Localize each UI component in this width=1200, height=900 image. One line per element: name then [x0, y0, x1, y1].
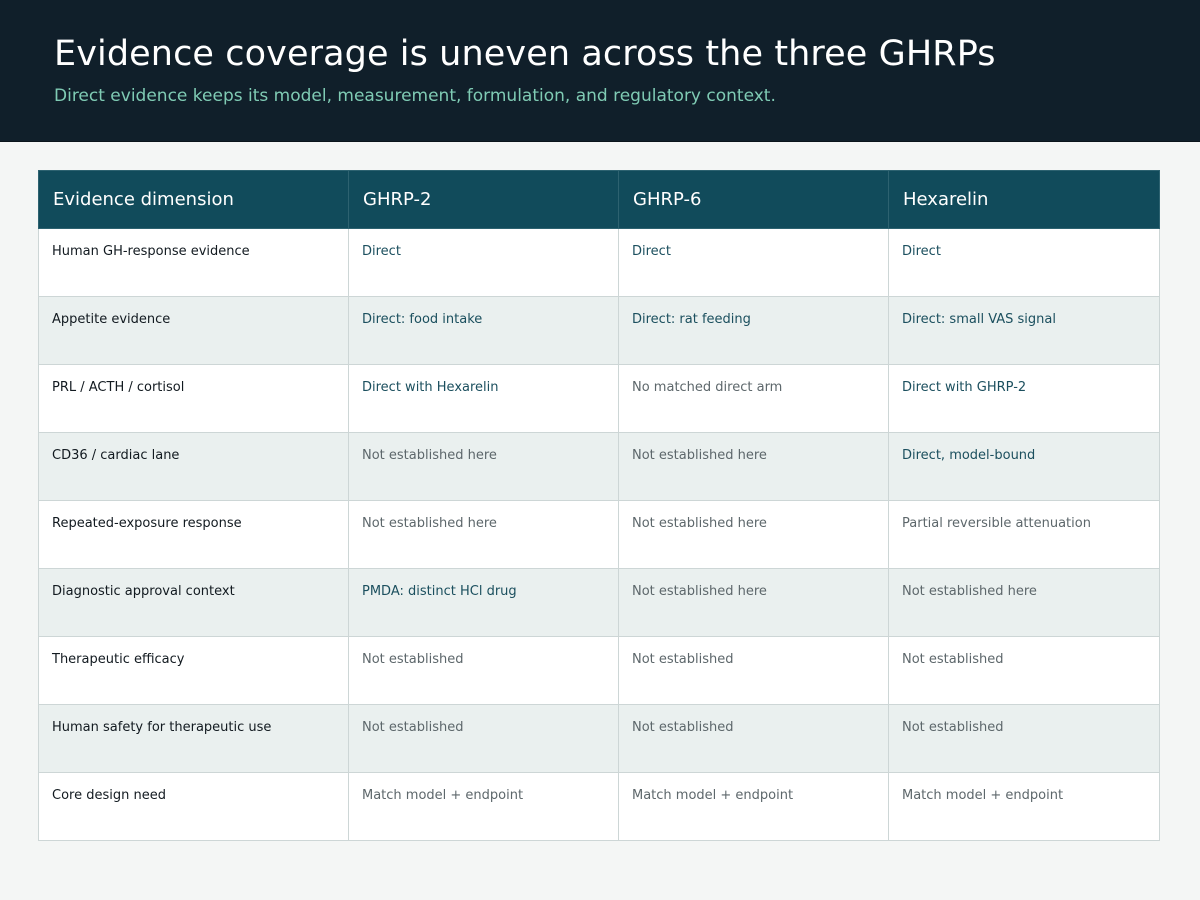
cell-ghrp-2: Direct with Hexarelin	[348, 364, 619, 433]
cell-ghrp-2: Match model + endpoint	[348, 772, 619, 841]
cell-hexarelin: Not established	[888, 636, 1160, 705]
cell-hexarelin: Not established here	[888, 568, 1160, 637]
cell-hexarelin: Not established	[888, 704, 1160, 773]
cell-ghrp-2: Direct: food intake	[348, 296, 619, 365]
cell-ghrp-6: Not established here	[618, 568, 889, 637]
cell-hexarelin: Direct: small VAS signal	[888, 296, 1160, 365]
cell-ghrp-6: Direct: rat feeding	[618, 296, 889, 365]
column-header-ghrp-6: GHRP-6	[618, 170, 889, 229]
column-header-hexarelin: Hexarelin	[888, 170, 1160, 229]
column-header-ghrp-2: GHRP-2	[348, 170, 619, 229]
row-label-cell: Core design need	[38, 772, 349, 841]
cell-ghrp-2: Not established	[348, 704, 619, 773]
table-row: CD36 / cardiac lane Not established here N…	[38, 432, 1160, 501]
row-label-cell: Repeated-exposure response	[38, 500, 349, 569]
page-header: Evidence coverage is uneven across the t…	[0, 0, 1200, 142]
column-header-dimension: Evidence dimension	[38, 170, 349, 229]
table-row: Human GH-response evidence Direct Direct Di…	[38, 228, 1160, 297]
evidence-table-container: Evidence dimension GHRP-2 GHRP-6 Hexarel…	[38, 170, 1160, 841]
cell-ghrp-2: Not established here	[348, 432, 619, 501]
cell-hexarelin: Direct, model-bound	[888, 432, 1160, 501]
cell-ghrp-2: Not established here	[348, 500, 619, 569]
table-row: Repeated-exposure response Not establishe…	[38, 500, 1160, 569]
table-row: PRL / ACTH / cortisol Direct with Hexarel…	[38, 364, 1160, 433]
cell-ghrp-2: PMDA: distinct HCl drug	[348, 568, 619, 637]
row-label-cell: Appetite evidence	[38, 296, 349, 365]
table-row: Appetite evidence Direct: food intake Dire…	[38, 296, 1160, 365]
row-label-cell: Human safety for therapeutic use	[38, 704, 349, 773]
table-row: Core design need Match model + endpoint Ma…	[38, 772, 1160, 841]
evidence-table: Evidence dimension GHRP-2 GHRP-6 Hexarel…	[38, 170, 1160, 841]
cell-ghrp-2: Not established	[348, 636, 619, 705]
row-label-cell: CD36 / cardiac lane	[38, 432, 349, 501]
cell-hexarelin: Partial reversible attenuation	[888, 500, 1160, 569]
cell-ghrp-6: Not established	[618, 704, 889, 773]
table-header-row: Evidence dimension GHRP-2 GHRP-6 Hexarel…	[38, 170, 1160, 229]
row-label-cell: PRL / ACTH / cortisol	[38, 364, 349, 433]
cell-ghrp-6: Not established	[618, 636, 889, 705]
table-body: Human GH-response evidence Direct Direct Di…	[38, 228, 1160, 841]
cell-ghrp-6: Not established here	[618, 432, 889, 501]
cell-hexarelin: Direct with GHRP-2	[888, 364, 1160, 433]
table-row: Diagnostic approval context PMDA: distinc…	[38, 568, 1160, 637]
page-subtitle: Direct evidence keeps its model, measure…	[54, 86, 776, 106]
row-label-cell: Human GH-response evidence	[38, 228, 349, 297]
cell-ghrp-6: Match model + endpoint	[618, 772, 889, 841]
table-row: Therapeutic efficacy Not established Not e…	[38, 636, 1160, 705]
cell-hexarelin: Match model + endpoint	[888, 772, 1160, 841]
cell-ghrp-2: Direct	[348, 228, 619, 297]
cell-hexarelin: Direct	[888, 228, 1160, 297]
page-title: Evidence coverage is uneven across the t…	[54, 34, 996, 74]
cell-ghrp-6: Not established here	[618, 500, 889, 569]
row-label-cell: Therapeutic efficacy	[38, 636, 349, 705]
cell-ghrp-6: Direct	[618, 228, 889, 297]
table-row: Human safety for therapeutic use Not esta…	[38, 704, 1160, 773]
row-label-cell: Diagnostic approval context	[38, 568, 349, 637]
cell-ghrp-6: No matched direct arm	[618, 364, 889, 433]
